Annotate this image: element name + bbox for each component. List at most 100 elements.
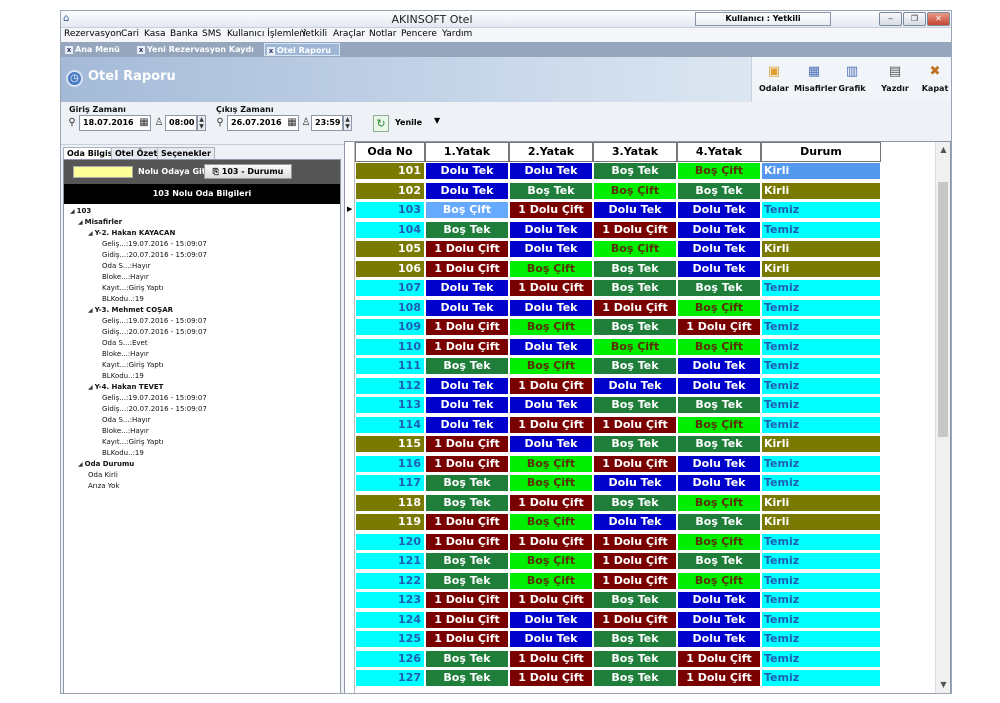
room-status-cell[interactable]: Temiz [761, 396, 881, 414]
room-number-cell[interactable]: 102 [355, 181, 425, 200]
room-status-cell[interactable]: Temiz [761, 376, 881, 395]
bed-cell[interactable]: Boş Tek [593, 649, 677, 668]
odalar-button[interactable]: ▣ Odalar [754, 60, 794, 100]
bed-cell[interactable]: 1 Dolu Çift [425, 591, 509, 609]
room-status-cell[interactable]: Temiz [761, 220, 881, 239]
bed-cell[interactable]: Boş Tek [593, 669, 677, 687]
room-status-cell[interactable]: Temiz [761, 591, 881, 609]
bed-cell[interactable]: 1 Dolu Çift [593, 298, 677, 317]
tree-node[interactable]: Oda S...:Hayır [102, 415, 150, 425]
room-number-cell[interactable]: 120 [355, 532, 425, 551]
menu-sms[interactable]: SMS [202, 29, 221, 39]
bed-cell[interactable]: 1 Dolu Çift [593, 571, 677, 590]
tree-node[interactable]: ◢ Oda Durumu [78, 459, 134, 470]
tree-node[interactable]: Oda S...:Hayır [102, 261, 150, 271]
tab-yeni-rezervasyon[interactable]: x Yeni Rezervasyon Kaydı [135, 43, 263, 56]
bed-cell[interactable]: 1 Dolu Çift [425, 337, 509, 356]
bed-cell[interactable]: Dolu Tek [509, 220, 593, 239]
yazdir-button[interactable]: ▤ Yazdır [875, 60, 915, 100]
checkin-time-stepper[interactable]: ▲ ▼ [197, 115, 206, 131]
menu-banka[interactable]: Banka [170, 29, 198, 39]
menu-rezervasyon[interactable]: Rezervasyon [64, 29, 121, 39]
room-status-cell[interactable]: Temiz [761, 532, 881, 551]
column-header[interactable]: Durum [761, 142, 881, 162]
bed-cell[interactable]: 1 Dolu Çift [593, 454, 677, 473]
room-number-cell[interactable]: 122 [355, 571, 425, 590]
close-button[interactable]: ✕ [927, 12, 950, 26]
bed-cell[interactable]: Boş Tek [593, 318, 677, 336]
bed-cell[interactable]: 1 Dolu Çift [509, 493, 593, 512]
expand-icon[interactable]: ◢ [78, 219, 83, 226]
bed-cell[interactable]: Boş Tek [677, 435, 761, 453]
menu-cari[interactable]: Cari [121, 29, 139, 39]
bed-cell[interactable]: Boş Çift [677, 162, 761, 180]
kapat-button[interactable]: ✖ Kapat [915, 60, 951, 100]
tree-node[interactable]: ◢ Y-2. Hakan KAYACAN [88, 228, 175, 239]
tree-node[interactable]: Geliş...:19.07.2016 - 15:09:07 [102, 393, 207, 403]
room-status-cell[interactable]: Temiz [761, 649, 881, 668]
room-number-cell[interactable]: 114 [355, 415, 425, 434]
expand-icon[interactable]: ◢ [88, 230, 93, 237]
vertical-scrollbar[interactable]: ▲ ▼ [935, 142, 950, 693]
bed-cell[interactable]: Boş Çift [509, 318, 593, 336]
bed-cell[interactable]: Dolu Tek [425, 181, 509, 200]
bed-cell[interactable]: Dolu Tek [509, 630, 593, 648]
close-tab-icon[interactable]: x [137, 45, 145, 54]
bed-cell[interactable]: Dolu Tek [509, 337, 593, 356]
room-status-cell[interactable]: Kirli [761, 162, 881, 180]
bed-cell[interactable]: Dolu Tek [677, 610, 761, 629]
expand-icon[interactable]: ◢ [70, 208, 75, 215]
tree-node[interactable]: Gidiş...:20.07.2016 - 15:09:07 [102, 404, 207, 414]
bed-cell[interactable]: Dolu Tek [677, 357, 761, 375]
tree-node[interactable]: BLKodu..:19 [102, 371, 144, 381]
bed-cell[interactable]: Dolu Tek [677, 591, 761, 609]
bed-cell[interactable]: Boş Tek [425, 220, 509, 239]
menu-kullanici-islemleri[interactable]: Kullanıcı İşlemleri [227, 29, 306, 39]
column-header[interactable]: 3.Yatak [593, 142, 677, 162]
scroll-down-icon[interactable]: ▼ [936, 679, 951, 691]
bed-cell[interactable]: Dolu Tek [593, 474, 677, 492]
bed-cell[interactable]: 1 Dolu Çift [677, 649, 761, 668]
bed-cell[interactable]: Boş Çift [509, 552, 593, 570]
bed-cell[interactable]: 1 Dolu Çift [593, 415, 677, 434]
tree-node[interactable]: Kayıt...:Giriş Yaptı [102, 360, 163, 370]
room-status-cell[interactable]: Temiz [761, 279, 881, 297]
bed-cell[interactable]: Dolu Tek [677, 630, 761, 648]
room-number-cell[interactable]: 119 [355, 513, 425, 531]
bed-cell[interactable]: 1 Dolu Çift [425, 532, 509, 551]
tree-node[interactable]: Kayıt...:Giriş Yaptı [102, 437, 163, 447]
bed-cell[interactable]: Boş Tek [593, 259, 677, 278]
tree-node[interactable]: Geliş...:19.07.2016 - 15:09:07 [102, 316, 207, 326]
tree-node[interactable]: Bloke...:Hayır [102, 349, 149, 359]
bed-cell[interactable]: Boş Çift [593, 337, 677, 356]
room-status-cell[interactable]: Temiz [761, 552, 881, 570]
bed-cell[interactable]: Boş Çift [593, 240, 677, 258]
room-number-cell[interactable]: 121 [355, 552, 425, 570]
tree-node[interactable]: Gidiş...:20.07.2016 - 15:09:07 [102, 327, 207, 337]
bed-cell[interactable]: Boş Tek [593, 435, 677, 453]
calendar-icon[interactable]: ▦ [287, 116, 297, 130]
scroll-up-icon[interactable]: ▲ [936, 144, 951, 156]
bed-cell[interactable]: Dolu Tek [509, 435, 593, 453]
bed-cell[interactable]: 1 Dolu Çift [593, 532, 677, 551]
bed-cell[interactable]: 1 Dolu Çift [425, 259, 509, 278]
tab-otel-raporu[interactable]: x Otel Raporu [264, 43, 340, 56]
bed-cell[interactable]: 1 Dolu Çift [677, 318, 761, 336]
bed-cell[interactable]: Boş Çift [677, 493, 761, 512]
chevron-down-icon[interactable]: ▼ [434, 116, 440, 125]
menu-araclar[interactable]: Araçlar [333, 29, 365, 39]
menu-yardim[interactable]: Yardım [442, 29, 472, 39]
bed-cell[interactable]: Boş Tek [425, 357, 509, 375]
bed-cell[interactable]: Boş Tek [593, 591, 677, 609]
room-number-cell[interactable]: 113 [355, 396, 425, 414]
bed-cell[interactable]: Dolu Tek [677, 376, 761, 395]
bed-cell[interactable]: Boş Çift [425, 201, 509, 219]
column-header[interactable]: 4.Yatak [677, 142, 761, 162]
bed-cell[interactable]: Boş Tek [593, 162, 677, 180]
bed-cell[interactable]: Dolu Tek [509, 396, 593, 414]
expand-icon[interactable]: ◢ [88, 307, 93, 314]
bed-cell[interactable]: 1 Dolu Çift [509, 591, 593, 609]
scroll-thumb[interactable] [938, 182, 948, 437]
room-status-cell[interactable]: Kirli [761, 259, 881, 278]
room-number-cell[interactable]: 124 [355, 610, 425, 629]
